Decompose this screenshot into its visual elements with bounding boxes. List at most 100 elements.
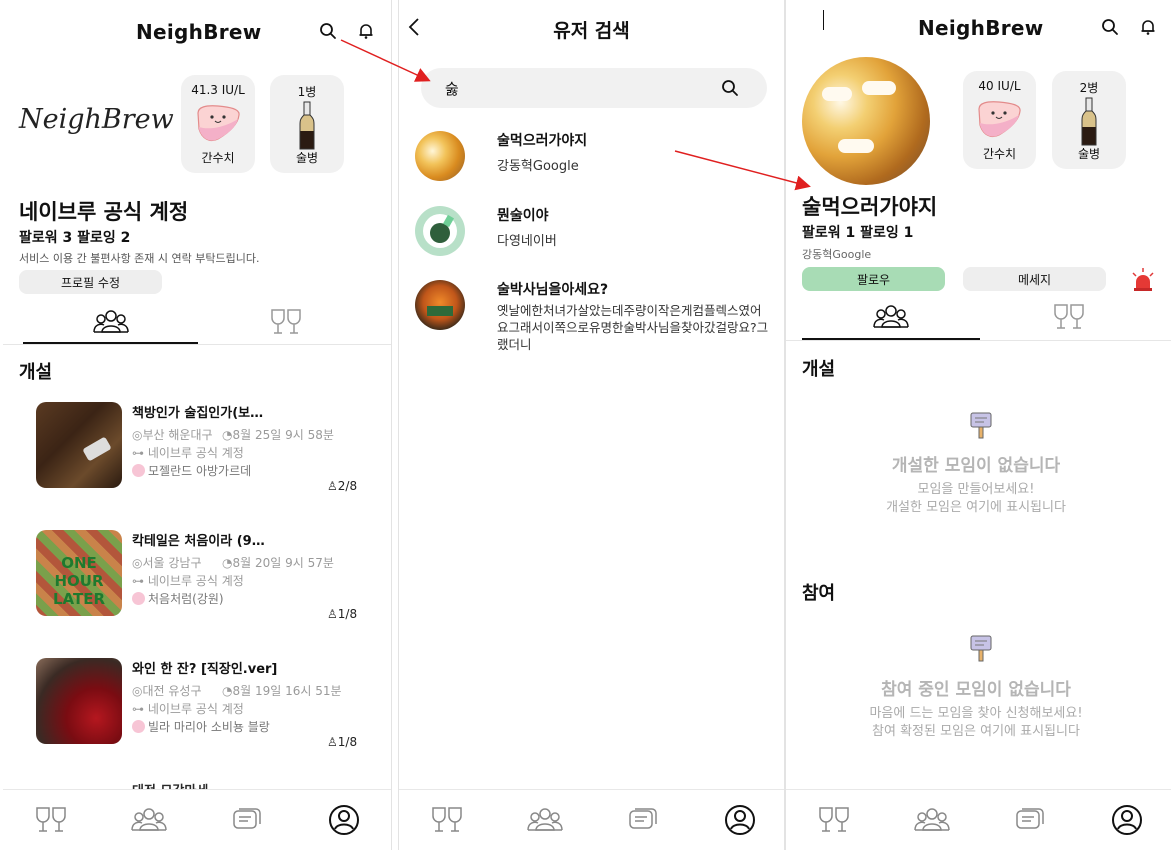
divider (3, 344, 391, 345)
app-title: NeighBrew (918, 16, 1044, 40)
tab-meetings[interactable] (802, 296, 980, 340)
profile-bio: 서비스 이용 간 불편사항 존재 시 연락 부탁드립니다. (19, 252, 260, 265)
liver-label: 간수치 (201, 151, 235, 165)
meeting-drink: 빌라 마리아 소비뇽 블랑 (132, 718, 270, 735)
liver-icon (197, 105, 240, 142)
meeting-location: ◎대전 유성구 (132, 684, 202, 698)
liver-card: 40 IU/L 간수치 (963, 71, 1036, 169)
other-name: 술먹으러가야지 (802, 195, 938, 219)
empty-joined-desc1: 마음에 드는 모임을 찾아 신청해보세요! (869, 706, 1083, 721)
user-name: 술먹으러가야지 (497, 133, 588, 149)
profile-tabs (786, 296, 1171, 340)
other-profile-screen: NeighBrew 40 IU/L 간수치 2병 술병 술먹으러가야지 팔로워 … (785, 0, 1171, 850)
bottle-icon (1081, 97, 1097, 146)
user-result[interactable]: 술먹으러가야지 강동혁Google (399, 128, 784, 188)
tab-meetings[interactable] (23, 302, 198, 344)
user-name: 뭔술이야 (497, 208, 549, 224)
search-input[interactable]: 숧 (445, 78, 459, 99)
empty-joined-title: 참여 중인 모임이 없습니다 (881, 680, 1071, 700)
meeting-time: ◔8월 25일 9시 58분 (222, 428, 334, 442)
bell-icon[interactable] (355, 20, 377, 42)
bottle-value: 1병 (297, 85, 317, 99)
bottle-card: 2병 술병 (1052, 71, 1126, 169)
nav-profile-icon[interactable] (324, 802, 364, 838)
liver-icon (978, 101, 1021, 138)
sign-icon (970, 412, 992, 439)
user-sub: 다영네이버 (497, 234, 557, 249)
empty-created-desc1: 모임을 만들어보세요! (917, 482, 1035, 497)
meeting-drink: 처음처럼(강원) (132, 590, 224, 607)
bottle-card: 1병 술병 (270, 75, 344, 173)
meeting-card[interactable]: ONE HOUR LATER 칵테일은 처음이라 (9… ◎서울 강남구 ◔8월 … (3, 528, 391, 628)
nav-drinks-icon[interactable] (427, 802, 467, 838)
meeting-card[interactable]: 책방인가 술집인가(보… ◎부산 해운대구 ◔8월 25일 9시 58분 ⊶ 네… (3, 400, 391, 500)
sign-icon (970, 635, 992, 662)
section-joined: 참여 (802, 583, 836, 604)
liver-value: 40 IU/L (978, 79, 1021, 93)
bottle-value: 2병 (1079, 81, 1099, 95)
liver-label: 간수치 (982, 147, 1017, 161)
user-result[interactable]: 뭔술이야 다영네이버 (399, 203, 784, 263)
meeting-drink: 모젤란드 아방가르데 (132, 462, 251, 479)
user-avatar (415, 131, 465, 181)
follow-button[interactable]: 팔로우 (802, 267, 945, 291)
message-button[interactable]: 메세지 (963, 267, 1106, 291)
bell-icon[interactable] (1137, 16, 1159, 38)
meeting-host: ⊶ 네이브루 공식 계정 (132, 446, 244, 460)
tab-drinks[interactable] (198, 302, 373, 342)
meeting-host: ⊶ 네이브루 공식 계정 (132, 574, 244, 588)
divider (786, 340, 1171, 341)
app-title: NeighBrew (136, 20, 262, 44)
user-search-screen: 유저 검색 숧 술먹으러가야지 강동혁Google 뭔술이야 다영네이버 술박사… (398, 0, 785, 850)
search-title: 유저 검색 (553, 20, 630, 42)
nav-meetings-icon[interactable] (525, 802, 565, 838)
nav-meetings-icon[interactable] (129, 802, 169, 838)
meeting-count: ♙1/8 (327, 607, 358, 621)
profile-name: 네이브루 공식 계정 (19, 200, 189, 224)
user-avatar (415, 206, 465, 256)
profile-tabs (3, 302, 391, 344)
other-avatar (802, 57, 930, 185)
edit-profile-button[interactable]: 프로필 수정 (19, 270, 162, 294)
meeting-count: ♙1/8 (327, 735, 358, 749)
follow-counts[interactable]: 팔로워 1 팔로잉 1 (802, 222, 913, 242)
siren-icon[interactable] (1130, 267, 1156, 293)
section-created: 개설 (19, 362, 53, 383)
meeting-title: 와인 한 잔? [직장인.ver] (132, 662, 278, 677)
user-name: 술박사님을아세요? (497, 282, 609, 298)
nav-meetings-icon[interactable] (912, 802, 952, 838)
nav-chat-icon[interactable] (1010, 802, 1050, 838)
empty-created-desc2: 개설한 모임은 여기에 표시됩니다 (886, 500, 1066, 515)
follow-counts[interactable]: 팔로워 3 팔로잉 2 (19, 227, 130, 247)
other-sub: 강동혁Google (802, 248, 872, 261)
empty-joined-desc2: 참여 확정된 모임은 여기에 표시됩니다 (872, 724, 1080, 739)
nav-profile-icon[interactable] (1107, 802, 1147, 838)
search-submit-icon[interactable] (719, 77, 741, 99)
nav-drinks-icon[interactable] (814, 802, 854, 838)
meeting-location: ◎부산 해운대구 (132, 428, 213, 442)
text-cursor (823, 10, 824, 30)
user-sub: 옛날에한처녀가살았는데주량이작은게컴플렉스였어요그래서이쪽으로유명한술박사님을찾… (497, 303, 769, 352)
tab-drinks[interactable] (980, 296, 1158, 338)
liver-value: 41.3 IU/L (191, 83, 245, 97)
meeting-title: 칵테일은 처음이라 (9… (132, 534, 265, 549)
nav-profile-icon[interactable] (720, 802, 760, 838)
search-icon[interactable] (317, 20, 339, 42)
bottom-nav (786, 789, 1171, 850)
meeting-location: ◎서울 강남구 (132, 556, 202, 570)
nav-drinks-icon[interactable] (31, 802, 71, 838)
meeting-host: ⊶ 네이브루 공식 계정 (132, 702, 244, 716)
meeting-thumbnail (36, 658, 122, 744)
profile-logo: NeighBrew (19, 104, 174, 135)
bottom-nav (3, 789, 391, 850)
user-result[interactable]: 술박사님을아세요? 옛날에한처녀가살았는데주량이작은게컴플렉스였어요그래서이쪽으… (399, 277, 784, 357)
user-sub: 강동혁Google (497, 159, 579, 174)
nav-chat-icon[interactable] (623, 802, 663, 838)
search-bar[interactable]: 숧 (421, 68, 767, 108)
nav-chat-icon[interactable] (227, 802, 267, 838)
search-icon[interactable] (1099, 16, 1121, 38)
user-avatar (415, 280, 465, 330)
bottle-icon (299, 101, 315, 150)
meeting-card[interactable]: 와인 한 잔? [직장인.ver] ◎대전 유성구 ◔8월 19일 16시 51… (3, 656, 391, 756)
empty-created-title: 개설한 모임이 없습니다 (891, 456, 1061, 476)
